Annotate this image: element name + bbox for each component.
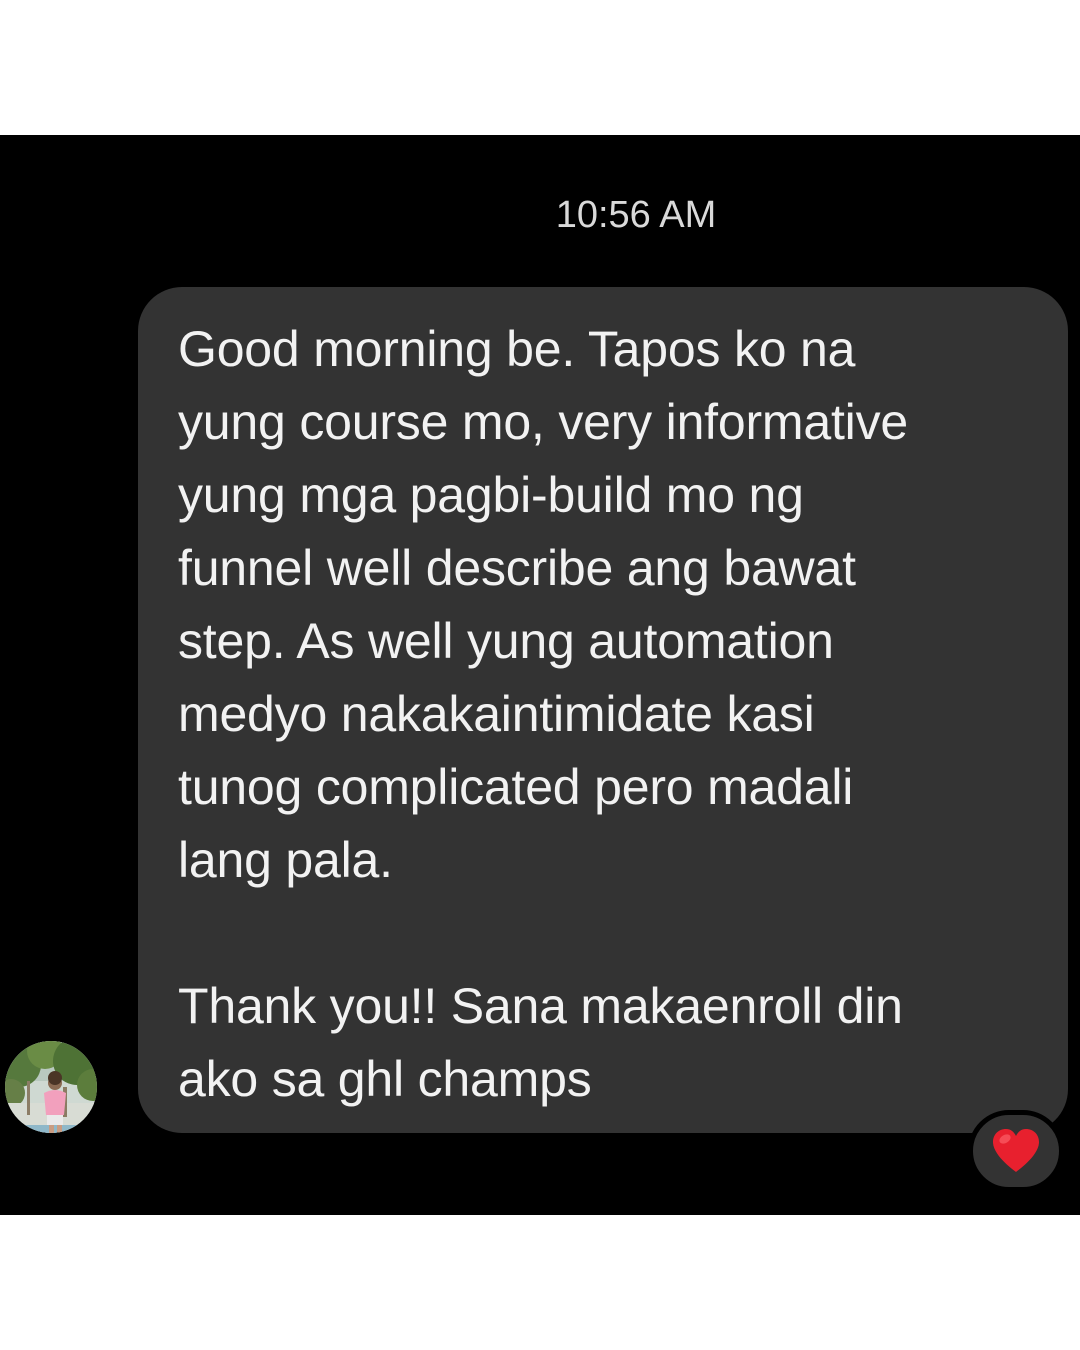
message-line: yung mga pagbi-build mo ng (178, 467, 804, 523)
message-line: medyo nakakaintimidate kasi (178, 686, 815, 742)
heart-icon (993, 1129, 1039, 1172)
profile-photo (5, 1041, 97, 1133)
reaction-badge[interactable] (968, 1110, 1064, 1192)
message-timestamp: 10:56 AM (555, 194, 717, 236)
message-line: lang pala. (178, 832, 393, 888)
message-line: Thank you!! Sana makaenroll din (178, 978, 903, 1034)
chat-panel: 10:56 AM Good morning be. Tapos ko na yu… (0, 135, 1080, 1215)
message-bubble[interactable]: Good morning be. Tapos ko na yung course… (138, 287, 1068, 1133)
message-line: Good morning be. Tapos ko na (178, 321, 856, 377)
message-line: funnel well describe ang bawat (178, 540, 856, 596)
message-line: step. As well yung automation (178, 613, 834, 669)
message-line: yung course mo, very informative (178, 394, 909, 450)
message-line: ako sa ghl champs (178, 1051, 592, 1107)
avatar[interactable] (5, 1041, 97, 1133)
message-line: tunog complicated pero madali (178, 759, 854, 815)
